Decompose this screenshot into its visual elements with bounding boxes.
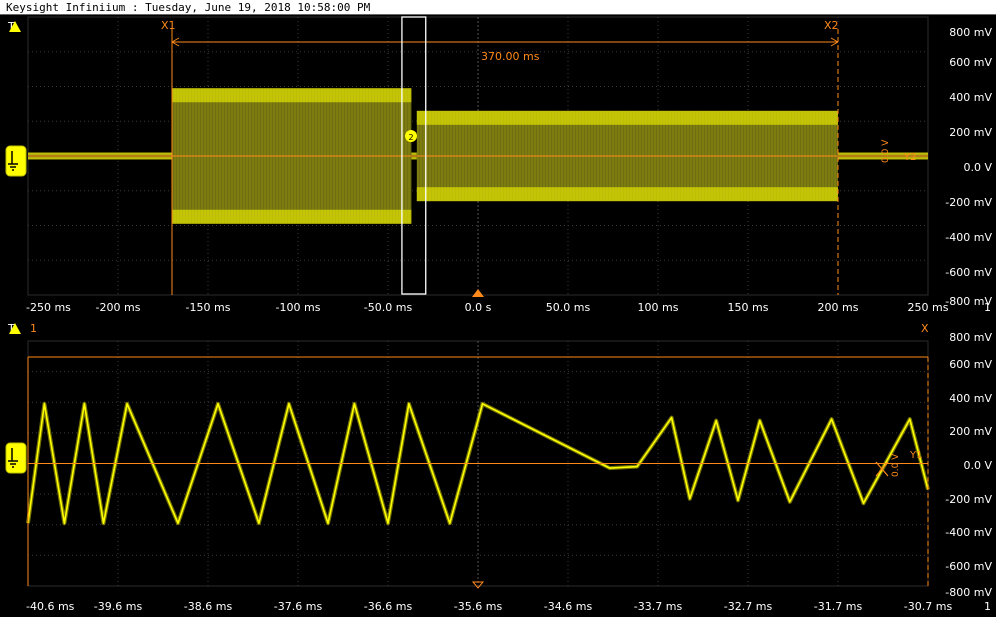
oscilloscope-app: Keysight Infiniium : Tuesday, June 19, 2… <box>0 0 996 617</box>
y-tick-label: -600 mV <box>945 560 992 573</box>
x-tick-label: 50.0 ms <box>546 301 591 314</box>
delta-time-label: 370.00 ms <box>481 50 540 63</box>
lower-page-indicator: 1 <box>984 600 991 613</box>
signal-envelope-top <box>411 152 417 155</box>
upper-y-marker-value: 0.0 V <box>881 139 891 163</box>
x-tick-label: 150 ms <box>728 301 769 314</box>
y-tick-label: 800 mV <box>949 331 992 344</box>
upper-x-axis-labels: -250 ms -200 ms -150 ms -100 ms -50.0 ms 0.0 … <box>26 301 949 314</box>
x-tick-label: -34.6 ms <box>544 600 593 613</box>
y-tick-label: 0.0 V <box>963 459 992 472</box>
x-tick-label: -36.6 ms <box>364 600 413 613</box>
marker-x2-label[interactable]: X2 <box>824 19 839 32</box>
x-tick-label: 100 ms <box>638 301 679 314</box>
x-tick-label: -100 ms <box>276 301 321 314</box>
y-tick-label: 400 mV <box>949 392 992 405</box>
ground-reference-icon[interactable] <box>5 145 27 177</box>
x-tick-label: -200 ms <box>96 301 141 314</box>
lower-x-axis-labels: -40.6 ms -39.6 ms -38.6 ms -37.6 ms -36.6 ms… <box>26 600 952 613</box>
y-tick-label: 0.0 V <box>963 161 992 174</box>
upper-y-axis-labels: 800 mV 600 mV 400 mV 200 mV 0.0 V -200 mV -400… <box>945 26 992 308</box>
x-tick-label: 200 ms <box>818 301 859 314</box>
x-tick-label: -35.6 ms <box>454 600 503 613</box>
x-tick-label: -37.6 ms <box>274 600 323 613</box>
upper-waveform-panel[interactable]: T X1 X2 370.00 ms 2 Y2 0.0 V 800 mV600 m… <box>5 16 992 314</box>
y2-marker-label[interactable]: Y2 <box>903 152 916 163</box>
y-tick-label: -400 mV <box>945 231 992 244</box>
x-tick-label: -33.7 ms <box>634 600 683 613</box>
x-tick-label: -40.6 ms <box>26 600 75 613</box>
x-tick-label: -250 ms <box>26 301 71 314</box>
lower-waveform-panel[interactable]: T 1 X Y1 0.0 V 800 mV600 mV400 mV200 mV0… <box>5 322 992 613</box>
x-tick-label: -32.7 ms <box>724 600 773 613</box>
marker-x1-label[interactable]: X1 <box>161 19 176 32</box>
x-tick-label: -50.0 ms <box>364 301 413 314</box>
lower-y-marker-value: 0.0 V <box>891 453 901 477</box>
y-tick-label: 200 mV <box>949 425 992 438</box>
y-tick-label: -200 mV <box>945 196 992 209</box>
signal-envelope-bottom <box>28 157 172 160</box>
y-tick-label: 200 mV <box>949 126 992 139</box>
y-tick-label: 800 mV <box>949 26 992 39</box>
x-tick-label: -30.7 ms <box>904 600 953 613</box>
x-tick-label: -38.6 ms <box>184 600 233 613</box>
scope-display: T X1 X2 370.00 ms 2 Y2 0.0 V 800 mV600 m… <box>5 16 992 613</box>
y-tick-label: -600 mV <box>945 266 992 279</box>
x-tick-label: 0.0 s <box>465 301 492 314</box>
x-tick-label: -150 ms <box>186 301 231 314</box>
y-tick-label: -200 mV <box>945 493 992 506</box>
y-tick-label: -400 mV <box>945 526 992 539</box>
lower-marker-1-label[interactable]: 1 <box>30 322 37 335</box>
x-tick-label: -39.6 ms <box>94 600 143 613</box>
lower-marker-x-label[interactable]: X <box>921 322 929 335</box>
channel-badge: 2 <box>405 130 417 142</box>
x-tick-label: 250 ms <box>908 301 949 314</box>
x-tick-label: -31.7 ms <box>814 600 863 613</box>
y-tick-label: 600 mV <box>949 56 992 69</box>
y-tick-label: 400 mV <box>949 91 992 104</box>
upper-page-indicator: 1 <box>984 301 991 314</box>
ground-reference-icon[interactable] <box>5 442 27 474</box>
y1-marker-label[interactable]: Y1 <box>909 450 922 461</box>
svg-text:2: 2 <box>408 133 413 142</box>
window-title: Keysight Infiniium : Tuesday, June 19, 2… <box>0 0 996 15</box>
lower-y-axis-labels: 800 mV 600 mV 400 mV 200 mV 0.0 V -200 mV -400… <box>945 331 992 599</box>
signal-envelope-top <box>28 152 172 155</box>
y-tick-label: 600 mV <box>949 358 992 371</box>
signal-envelope-bottom <box>411 157 417 160</box>
y-tick-label: -800 mV <box>945 586 992 599</box>
